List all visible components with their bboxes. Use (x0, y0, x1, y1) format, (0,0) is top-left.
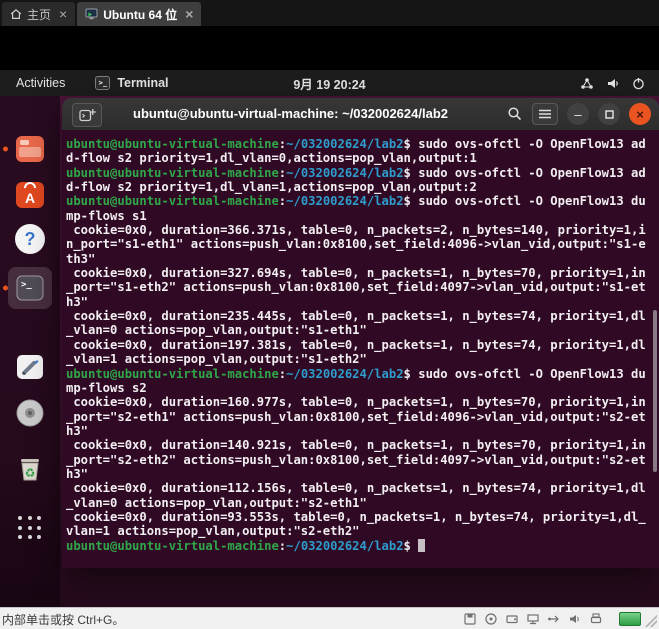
maximize-icon (604, 109, 614, 119)
volume-icon[interactable] (606, 77, 620, 90)
usb-device-icon[interactable] (547, 612, 561, 626)
svg-text:♻: ♻ (25, 466, 36, 480)
new-tab-button[interactable] (72, 103, 102, 127)
desktop: A ? >_ ♻ ubuntu@ubuntu-virtual-machine: … (0, 96, 659, 607)
titlebar-controls: – × (507, 98, 651, 130)
gnome-top-bar: Activities >_ Terminal 9月 19 20:24 (0, 70, 659, 96)
vmware-status-bar: 内部单击或按 Ctrl+G。 (0, 607, 659, 629)
terminal-line: _vlan=0 actions=pop_vlan,output:"s1-eth1… (66, 323, 367, 338)
vmware-workstation-window: 主页 × Ubuntu 64 位 × Activities >_ Termina… (0, 0, 659, 629)
vm-state-indicator[interactable] (619, 612, 641, 626)
terminal-line: mp-flows s1 (66, 208, 147, 223)
status-message: 内部单击或按 Ctrl+G。 (2, 613, 125, 627)
terminal-line: ubuntu@ubuntu-virtual-machine:~/03200262… (66, 137, 646, 151)
terminal-line: _port="s2-eth1" actions=push_vlan:0x8100… (66, 409, 646, 424)
clock[interactable]: 9月 19 20:24 (0, 74, 659, 93)
vm-monitor-icon (85, 8, 98, 20)
resize-grip[interactable] (645, 615, 657, 627)
close-tab-icon[interactable]: × (59, 7, 67, 21)
dock-item-ubuntu-software[interactable]: A (0, 178, 60, 212)
hamburger-icon (539, 109, 551, 119)
dock-item-files[interactable] (0, 132, 60, 166)
running-indicator (3, 285, 8, 291)
printer-icon[interactable] (589, 612, 603, 626)
terminal-line: cookie=0x0, duration=160.977s, table=0, … (66, 395, 646, 410)
close-tab-icon[interactable]: × (185, 7, 193, 21)
vmware-tab-bar: 主页 × Ubuntu 64 位 × (0, 0, 659, 26)
network-adapter-icon[interactable] (526, 612, 540, 626)
terminal-line: h3" (66, 294, 89, 309)
terminal-line: _port="s2-eth2" actions=push_vlan:0x8100… (66, 452, 646, 467)
terminal-line: h3" (66, 466, 89, 481)
terminal-line: cookie=0x0, duration=235.445s, table=0, … (66, 309, 646, 324)
terminal-line: vlan=1 actions=pop_vlan,output:"s2-eth2" (66, 524, 360, 539)
maximize-button[interactable] (598, 103, 620, 125)
tab-ubuntu-vm[interactable]: Ubuntu 64 位 × (77, 2, 202, 26)
terminal-line: _vlan=0 actions=pop_vlan,output:"s2-eth1… (66, 495, 367, 510)
running-indicator (3, 146, 8, 152)
ubuntu-software-icon: A (16, 182, 44, 208)
vm-display: Activities >_ Terminal 9月 19 20:24 A ? >… (0, 26, 659, 607)
close-button[interactable]: × (629, 103, 651, 125)
terminal-line: cookie=0x0, duration=197.381s, table=0, … (66, 337, 646, 352)
svg-text:A: A (25, 190, 35, 206)
terminal-line: ubuntu@ubuntu-virtual-machine:~/03200262… (66, 538, 655, 553)
scrollbar-thumb[interactable] (653, 310, 657, 472)
terminal-title: ubuntu@ubuntu-virtual-machine: ~/0320026… (133, 106, 448, 121)
floppy-disk-icon[interactable] (463, 612, 477, 626)
search-icon[interactable] (507, 106, 523, 122)
terminal-icon: >_ (16, 275, 44, 301)
power-icon[interactable] (632, 77, 645, 90)
terminal-line: ubuntu@ubuntu-virtual-machine:~/03200262… (66, 165, 646, 180)
terminal-line: ubuntu@ubuntu-virtual-machine:~/03200262… (66, 366, 646, 381)
terminal-titlebar: ubuntu@ubuntu-virtual-machine: ~/0320026… (62, 98, 659, 131)
terminal-window: ubuntu@ubuntu-virtual-machine: ~/0320026… (62, 98, 659, 568)
minimize-button[interactable]: – (567, 103, 589, 125)
dock-item-disc[interactable] (0, 396, 60, 430)
terminal-line: d-flow s2 priority=1,dl_vlan=0,actions=p… (66, 151, 477, 166)
dock-item-text-editor[interactable] (0, 350, 60, 384)
tab-vm-label: Ubuntu 64 位 (103, 7, 178, 22)
dock: A ? >_ ♻ (0, 96, 60, 607)
terminal-line: th3" (66, 251, 96, 266)
tab-home-label: 主页 (27, 7, 52, 22)
terminal-line: cookie=0x0, duration=93.553s, table=0, n… (66, 509, 646, 524)
disc-icon (16, 399, 44, 427)
terminal-line: cookie=0x0, duration=112.156s, table=0, … (66, 481, 646, 496)
tab-home[interactable]: 主页 × (2, 2, 76, 26)
terminal-line: cookie=0x0, duration=327.694s, table=0, … (66, 266, 646, 281)
dock-item-terminal[interactable]: >_ (0, 267, 60, 309)
terminal-line: ubuntu@ubuntu-virtual-machine:~/03200262… (66, 194, 646, 209)
terminal-line: h3" (66, 423, 89, 438)
hard-disk-icon[interactable] (505, 612, 519, 626)
terminal-line: _port="s1-eth2" actions=push_vlan:0x8100… (66, 280, 646, 295)
sound-icon[interactable] (568, 612, 582, 626)
home-icon (10, 8, 22, 20)
network-icon[interactable] (580, 77, 594, 90)
app-grid-icon (18, 516, 42, 540)
terminal-line: d-flow s2 priority=1,dl_vlan=1,actions=p… (66, 180, 477, 195)
terminal-line: cookie=0x0, duration=140.921s, table=0, … (66, 438, 646, 453)
terminal-line: n_port="s1-eth1" actions=push_vlan:0x810… (66, 237, 646, 252)
cd-rom-icon[interactable] (484, 612, 498, 626)
system-tray (580, 70, 645, 96)
new-tab-icon (78, 109, 96, 122)
help-icon: ? (15, 224, 45, 254)
terminal-line: cookie=0x0, duration=366.371s, table=0, … (66, 223, 646, 238)
dock-item-help[interactable]: ? (0, 224, 60, 254)
dock-item-trash[interactable]: ♻ (0, 452, 60, 486)
terminal-content: ubuntu@ubuntu-virtual-machine:~/03200262… (62, 130, 659, 568)
terminal-cursor (418, 538, 426, 552)
files-icon (16, 136, 44, 162)
svg-text:>_: >_ (21, 280, 32, 290)
device-icons (463, 608, 603, 629)
dock-item-app-grid[interactable] (0, 516, 60, 540)
terminal-line: _vlan=1 actions=pop_vlan,output:"s1-eth2… (66, 352, 367, 367)
text-editor-icon (17, 355, 43, 379)
menu-button[interactable] (532, 103, 558, 125)
trash-icon: ♻ (21, 459, 39, 481)
terminal-line: mp-flows s2 (66, 380, 147, 395)
